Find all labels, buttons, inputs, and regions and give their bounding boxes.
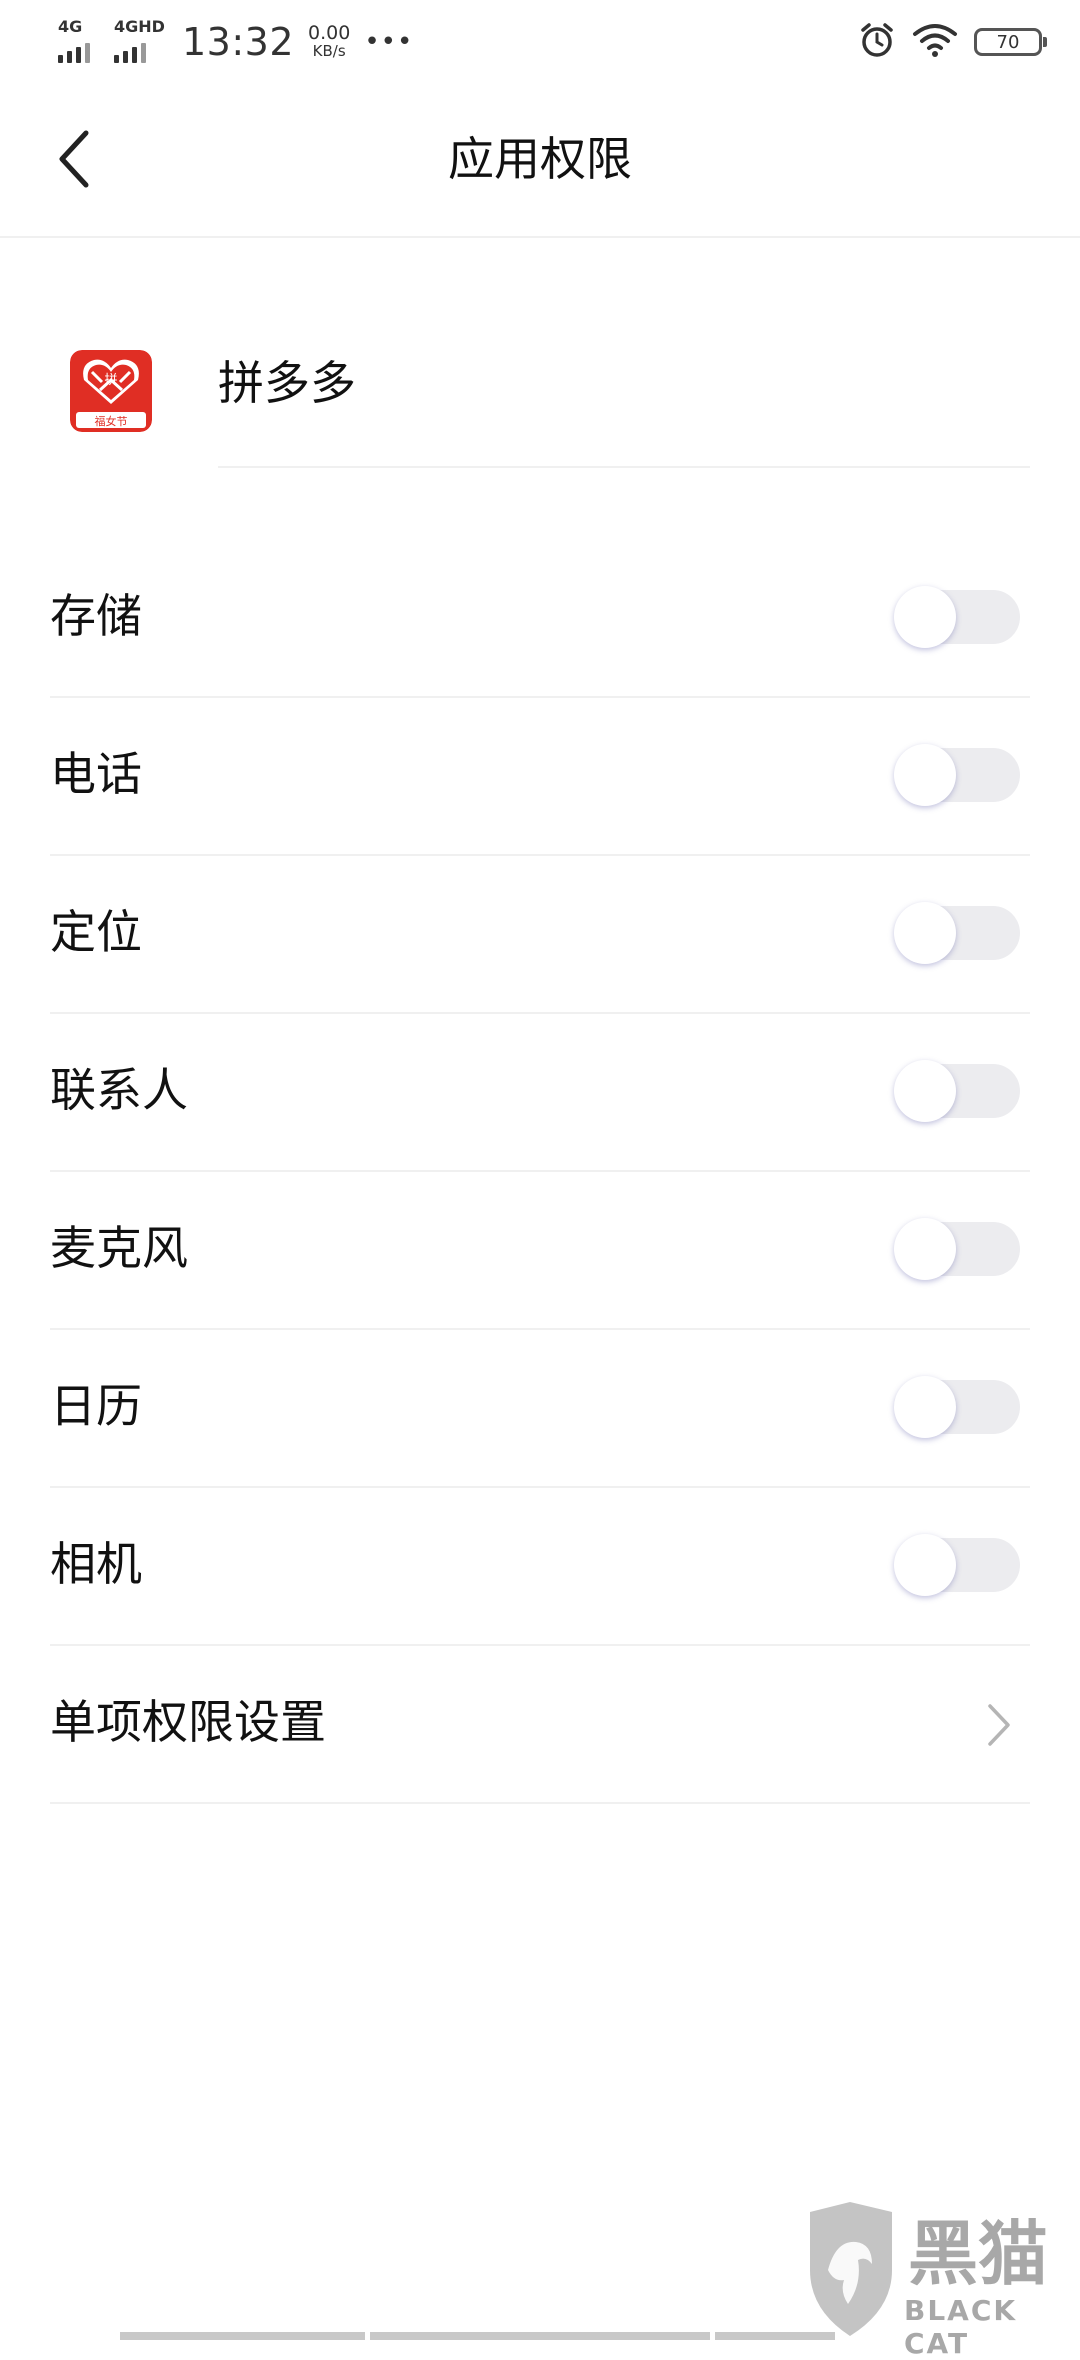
permission-row-microphone[interactable]: 麦克风 xyxy=(0,1172,1080,1330)
app-info-row: 拼 福女节 拼多多 xyxy=(0,238,1080,468)
permission-label: 存储 xyxy=(50,589,142,643)
status-bar: 4G 4GHD 13:32 0.00 KB/s ••• 70 xyxy=(0,0,1080,84)
navigation-hint-bar xyxy=(715,2332,835,2340)
network-speed: 0.00 KB/s xyxy=(308,22,351,61)
permission-row-contacts[interactable]: 联系人 xyxy=(0,1014,1080,1172)
divider xyxy=(218,466,1030,468)
divider xyxy=(50,1802,1030,1804)
location-toggle[interactable] xyxy=(894,902,1020,964)
single-permission-settings-row[interactable]: 单项权限设置 xyxy=(0,1646,1080,1804)
permission-row-storage[interactable]: 存储 xyxy=(0,540,1080,698)
toggle-knob xyxy=(894,902,956,964)
status-time: 13:32 xyxy=(182,20,295,64)
calendar-toggle[interactable] xyxy=(894,1376,1020,1438)
permission-label: 麦克风 xyxy=(50,1221,188,1275)
network-type-label: 4G xyxy=(58,17,83,36)
network-speed-value: 0.00 xyxy=(308,22,351,44)
app-icon-text: 拼 xyxy=(104,373,117,388)
permission-label: 定位 xyxy=(50,905,142,959)
navigation-hint-bar xyxy=(370,2332,710,2340)
permission-row-location[interactable]: 定位 xyxy=(0,856,1080,1014)
permission-label: 联系人 xyxy=(50,1063,188,1117)
camera-toggle[interactable] xyxy=(894,1534,1020,1596)
microphone-toggle[interactable] xyxy=(894,1218,1020,1280)
status-bar-right: 70 xyxy=(858,20,1047,64)
app-icon: 拼 福女节 xyxy=(70,350,152,432)
signal-icon: 4G xyxy=(58,19,108,65)
wifi-icon xyxy=(912,22,958,62)
alarm-icon xyxy=(858,21,896,63)
permission-row-phone[interactable]: 电话 xyxy=(0,698,1080,856)
permission-row-camera[interactable]: 相机 xyxy=(0,1488,1080,1646)
chevron-right-icon xyxy=(988,1704,1010,1746)
watermark-text-en: BLACK CAT xyxy=(904,2294,1018,2360)
battery-level: 70 xyxy=(996,31,1020,53)
toggle-knob xyxy=(894,744,956,806)
status-bar-left: 4G 4GHD 13:32 0.00 KB/s ••• xyxy=(58,14,413,70)
toggle-knob xyxy=(894,586,956,648)
navigation-hint-bar xyxy=(120,2332,365,2340)
network-type-label-2: 4GHD xyxy=(114,17,165,36)
signal-icon-2: 4GHD xyxy=(114,19,170,65)
toggle-knob xyxy=(894,1376,956,1438)
toggle-knob xyxy=(894,1218,956,1280)
app-name: 拼多多 xyxy=(218,356,356,410)
permission-row-calendar[interactable]: 日历 xyxy=(0,1330,1080,1488)
page-header: 应用权限 xyxy=(0,84,1080,238)
permission-label: 电话 xyxy=(50,747,142,801)
permission-label: 日历 xyxy=(50,1379,142,1433)
permission-list: 存储 电话 定位 联系人 麦克风 日历 相机 单项权限设置 xyxy=(0,540,1080,1804)
more-notifications-icon: ••• xyxy=(364,27,414,57)
single-permission-settings-label: 单项权限设置 xyxy=(50,1695,326,1749)
battery-icon: 70 xyxy=(974,28,1047,56)
toggle-knob xyxy=(894,1060,956,1122)
cat-shield-icon xyxy=(810,2202,892,2336)
watermark-logo: 黑猫 BLACK CAT xyxy=(800,2200,1080,2360)
contacts-toggle[interactable] xyxy=(894,1060,1020,1122)
permission-label: 相机 xyxy=(50,1537,142,1591)
toggle-knob xyxy=(894,1534,956,1596)
storage-toggle[interactable] xyxy=(894,586,1020,648)
phone-toggle[interactable] xyxy=(894,744,1020,806)
app-icon-caption: 福女节 xyxy=(95,414,128,428)
page-title: 应用权限 xyxy=(448,132,632,186)
watermark-text-cn: 黑猫 xyxy=(908,2213,1048,2295)
network-speed-unit: KB/s xyxy=(312,42,346,60)
